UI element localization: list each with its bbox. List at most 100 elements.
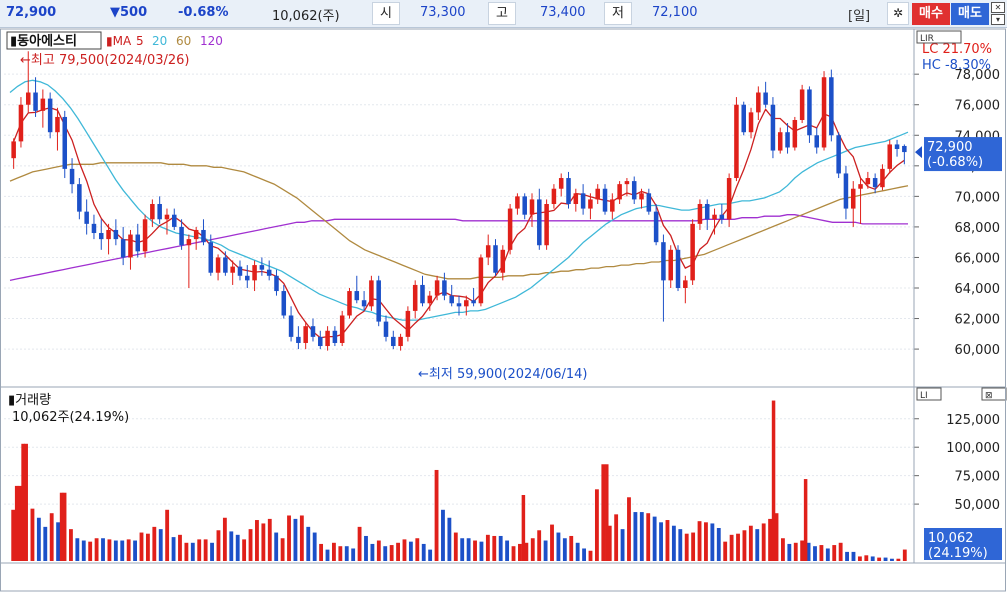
volume-bar — [376, 540, 381, 561]
volume-bar — [710, 523, 715, 561]
candle-body — [303, 326, 308, 343]
volume-bar — [133, 540, 138, 561]
volume-bar — [30, 508, 35, 561]
open-label: 시 — [372, 2, 400, 25]
volume-bar — [614, 514, 619, 561]
candle-body — [719, 214, 725, 220]
volume-panel-frame — [0, 386, 1006, 564]
candle-body — [383, 321, 389, 337]
volume-bar — [428, 549, 433, 561]
candle-body — [128, 234, 133, 258]
candle-body — [858, 184, 863, 189]
high-label: 고 — [488, 2, 516, 25]
volume-bar — [235, 534, 240, 561]
open-price: 73,300 — [420, 5, 466, 20]
candle-body — [18, 104, 24, 142]
hc-label: HC -8.30% — [922, 58, 991, 73]
candle-body — [266, 269, 272, 276]
candle-body — [675, 249, 681, 288]
candle-body — [157, 204, 162, 220]
volume-spike-bar — [59, 492, 64, 561]
candle-body — [551, 188, 557, 204]
candle-body — [712, 214, 717, 220]
volume-bar — [364, 535, 368, 561]
collapse-icon[interactable]: ▾ — [991, 14, 1005, 25]
candle-body — [770, 104, 776, 151]
candle-body — [361, 300, 367, 307]
price-tick-label: 62,000 — [955, 313, 1001, 328]
sell-button[interactable]: 매도 — [951, 3, 989, 25]
last-price-value: 72,900 — [927, 140, 973, 155]
candle-body — [456, 303, 462, 307]
candle-body — [179, 226, 184, 246]
volume-bar — [492, 535, 497, 561]
candle-body — [471, 300, 476, 304]
high-price: 73,400 — [540, 5, 586, 20]
volume-bar — [530, 538, 535, 561]
candle-body — [339, 315, 345, 343]
candle-body — [631, 181, 637, 200]
candle-body — [325, 330, 330, 347]
volume-bar — [299, 515, 304, 561]
volume-bar — [88, 541, 93, 561]
volume-bar — [434, 469, 439, 561]
volume-bar — [389, 545, 394, 561]
volume-bar — [800, 540, 805, 561]
volume-bar — [229, 531, 234, 561]
candle-body — [84, 211, 89, 224]
candle-body — [354, 291, 360, 301]
volume-spike-bar — [605, 464, 609, 561]
volume-bar — [851, 551, 856, 561]
volume-bar — [145, 533, 150, 561]
volume-bar — [466, 538, 471, 561]
close-icon[interactable]: ✕ — [991, 2, 1005, 13]
period-selector[interactable]: [일] — [848, 5, 870, 24]
volume-bar — [43, 526, 48, 561]
candle-body — [697, 204, 703, 224]
candle-body — [529, 199, 535, 215]
volume-bar — [511, 546, 516, 561]
price-tick-label: 60,000 — [955, 343, 1001, 358]
volume-spike-bar — [521, 495, 526, 561]
price-axis: 78,00076,00074,00072,00070,00068,00066,0… — [914, 68, 1000, 358]
candle-body — [281, 291, 287, 316]
settings-gear-icon[interactable]: ✲ — [887, 2, 909, 25]
volume-bar — [242, 539, 247, 561]
volume-bar — [383, 546, 388, 561]
volume-bar — [659, 522, 663, 561]
price-tick-label: 64,000 — [955, 282, 1001, 297]
ma-legend-period: 60 — [176, 34, 191, 48]
candle-body — [55, 116, 60, 133]
candle-body — [113, 229, 119, 240]
candle-body — [91, 223, 97, 234]
candle-body — [683, 280, 688, 288]
volume-bar — [537, 530, 542, 561]
volume-bar — [780, 538, 785, 561]
candle-body — [347, 291, 352, 316]
buy-button[interactable]: 매수 — [912, 3, 950, 25]
volume-bar — [575, 542, 580, 561]
price-change-percent: -0.68% — [178, 5, 229, 20]
volume-bar — [787, 543, 792, 561]
candle-body — [62, 116, 68, 169]
volume-bar — [697, 521, 702, 561]
volume-tick-label: 50,000 — [955, 498, 1001, 513]
volume-bar — [325, 549, 330, 561]
candle-body — [580, 193, 586, 209]
current-price: 72,900 — [6, 5, 57, 20]
volume-bar — [793, 542, 798, 561]
volume-bar — [370, 543, 375, 561]
volume-bar — [165, 509, 170, 561]
volume-bar — [126, 539, 131, 561]
max-price-annotation: ←최고 79,500(2024/03/26) — [20, 53, 190, 68]
volume-bar — [485, 534, 490, 561]
candle-body — [704, 204, 710, 220]
ma-legend-period: 120 — [200, 34, 223, 48]
last-volume-percent: (24.19%) — [928, 546, 988, 561]
candle-body — [690, 223, 695, 281]
volume-spike-bar — [771, 400, 776, 561]
candle-body — [106, 229, 111, 240]
candle-body — [25, 92, 31, 105]
volume-bar — [421, 543, 426, 561]
volume-bar — [588, 550, 593, 561]
